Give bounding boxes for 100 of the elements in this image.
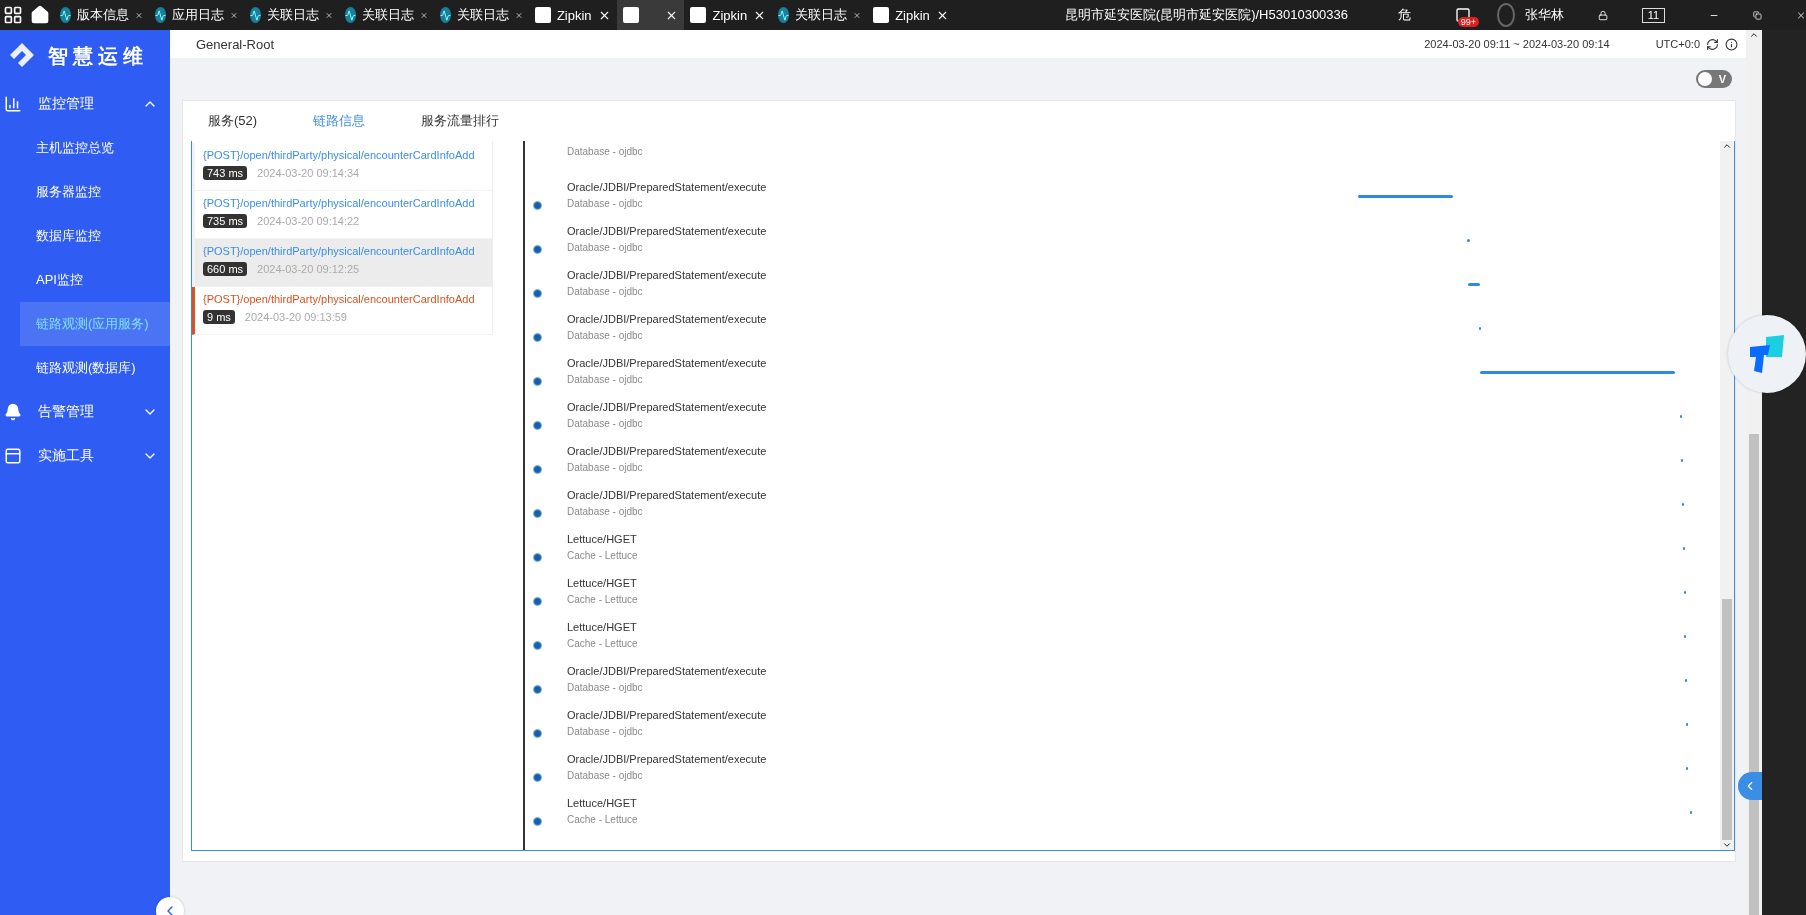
- menu-group[interactable]: 监控管理: [0, 82, 170, 126]
- span-name[interactable]: Oracle/JDBI/PreparedStatement/execute: [567, 269, 767, 281]
- browser-tab[interactable]: Zipkin: [867, 0, 955, 30]
- span-component: Cache - Lettuce: [567, 550, 639, 561]
- duration-badge: 660 ms: [203, 262, 248, 276]
- time-range[interactable]: 2024-03-20 09:11 ~ 2024-03-20 09:14: [1424, 38, 1610, 50]
- span-name[interactable]: Lettuce/HGET: [567, 533, 767, 545]
- span-component: Database - ojdbc: [567, 726, 644, 737]
- tab[interactable]: 服务流量排行: [421, 112, 500, 130]
- tab-label: 关联日志: [795, 6, 848, 24]
- scroll-up-icon[interactable]: [1722, 141, 1732, 151]
- span-node-icon: [533, 597, 542, 606]
- info-icon[interactable]: [1725, 37, 1738, 51]
- refresh-icon[interactable]: [1706, 37, 1719, 51]
- span-component: Cache - Lettuce: [567, 638, 639, 649]
- scroll-up-icon[interactable]: [1749, 30, 1759, 40]
- menu-item[interactable]: 主机监控总览: [0, 126, 170, 170]
- browser-tab[interactable]: 关联日志: [772, 0, 868, 30]
- menu-item[interactable]: API监控: [0, 258, 170, 302]
- span-name[interactable]: Oracle/JDBI/PreparedStatement/execute: [567, 313, 767, 325]
- span-name[interactable]: Oracle/JDBI/PreparedStatement/execute: [567, 357, 767, 369]
- browser-tab[interactable]: 应用日志: [148, 0, 244, 30]
- trace-item[interactable]: {POST}/open/thirdParty/physical/encounterCardInfoAdd 660 ms 2024-03-20 09:12:25: [192, 239, 492, 287]
- menu-item[interactable]: 服务器监控: [0, 170, 170, 214]
- tab[interactable]: 链路信息: [313, 112, 366, 130]
- avatar[interactable]: [1497, 3, 1515, 27]
- span-name[interactable]: Oracle/JDBI/PreparedStatement/execute: [567, 665, 767, 677]
- trace-item[interactable]: {POST}/open/thirdParty/physical/encounterCardInfoAdd 9 ms 2024-03-20 09:13:59: [192, 287, 492, 335]
- span-node-icon: [533, 641, 542, 650]
- toolbox-icon: [4, 447, 22, 465]
- grid-icon[interactable]: [3, 5, 24, 25]
- browser-tab[interactable]: 关联日志: [433, 0, 529, 30]
- menu-group[interactable]: 告警管理: [0, 390, 170, 434]
- span-node-icon: [533, 421, 542, 430]
- app-favicon-icon: [439, 7, 451, 23]
- scrollbar-thumb[interactable]: [1749, 433, 1759, 915]
- duration-badge: 735 ms: [203, 214, 248, 228]
- duration-badge: 743 ms: [203, 166, 248, 180]
- app-favicon-icon: [249, 7, 261, 23]
- scrollbar[interactable]: [1720, 141, 1734, 850]
- span-name[interactable]: Oracle/JDBI/PreparedStatement/execute: [567, 225, 767, 237]
- span-name[interactable]: Oracle/JDBI/PreparedStatement/execute: [567, 445, 767, 457]
- span-node-icon: [533, 333, 542, 342]
- span-name[interactable]: Lettuce/HGET: [567, 621, 767, 633]
- browser-tab[interactable]: 版本信息: [53, 0, 149, 30]
- scrollbar-thumb[interactable]: [1722, 598, 1732, 840]
- span-component: Cache - Lettuce: [567, 814, 639, 825]
- restore-icon[interactable]: [1753, 8, 1762, 22]
- expand-button[interactable]: [1738, 772, 1762, 800]
- app-favicon-icon: [59, 7, 71, 23]
- span-bar: [1685, 767, 1688, 770]
- browser-tab[interactable]: Zipkin: [684, 0, 773, 30]
- scroll-down-icon[interactable]: [1722, 840, 1732, 850]
- menu-item[interactable]: 数据库监控: [0, 214, 170, 258]
- window-title: 昆明市延安医院(昆明市延安医院)/H53010300336: [1064, 6, 1349, 24]
- span-bar: [1478, 327, 1481, 330]
- timezone-label: UTC+0:0: [1655, 38, 1700, 50]
- screen-count[interactable]: 11: [1641, 7, 1666, 23]
- span-node-icon: [533, 245, 542, 254]
- browser-tab[interactable]: Zipkin: [528, 0, 617, 30]
- span-name[interactable]: Oracle/JDBI/PreparedStatement/execute: [567, 489, 767, 501]
- toggle-switch[interactable]: V: [1696, 70, 1732, 88]
- span-name[interactable]: Lettuce/HGET: [567, 577, 767, 589]
- browser-tab[interactable]: [616, 0, 685, 30]
- tab-label: 关联日志: [456, 6, 509, 24]
- trace-item[interactable]: {POST}/open/thirdParty/physical/encounterCardInfoAdd 735 ms 2024-03-20 09:14:22: [192, 191, 492, 239]
- menu-item[interactable]: 链路观测(数据库): [0, 346, 170, 390]
- trace-endpoint: {POST}/open/thirdParty/physical/encounterCardInfoAdd: [203, 197, 476, 209]
- span-name[interactable]: Oracle/JDBI/PreparedStatement/execute: [567, 181, 767, 193]
- tab-label: Zipkin: [895, 7, 930, 23]
- span-name[interactable]: Oracle/JDBI/PreparedStatement/execute: [567, 709, 767, 721]
- span-node-icon: [533, 773, 542, 782]
- span-node-icon: [533, 289, 542, 298]
- tab[interactable]: 服务(52): [208, 112, 258, 130]
- trace-endpoint: {POST}/open/thirdParty/physical/encounterCardInfoAdd: [203, 293, 476, 305]
- trace-endpoint: {POST}/open/thirdParty/physical/encounterCardInfoAdd: [203, 245, 476, 257]
- trace-endpoint: {POST}/open/thirdParty/physical/encounterCardInfoAdd: [203, 149, 476, 161]
- span-bar: [1681, 503, 1684, 506]
- trace-item[interactable]: {POST}/open/thirdParty/physical/encounterCardInfoAdd 743 ms 2024-03-20 09:14:34: [192, 143, 492, 191]
- span-component: Database - ojdbc: [567, 506, 644, 517]
- tab-label: Zipkin: [712, 7, 748, 23]
- browser-tab[interactable]: 关联日志: [243, 0, 339, 30]
- span-bar: [1682, 547, 1685, 550]
- notification-count: 99+: [1457, 17, 1480, 27]
- span-component: Database - ojdbc: [567, 418, 644, 429]
- span-node-icon: [533, 509, 542, 518]
- menu-group[interactable]: 实施工具: [0, 434, 170, 478]
- span-name[interactable]: Oracle/JDBI/PreparedStatement/execute: [567, 401, 767, 413]
- span-name[interactable]: Lettuce/HGET: [567, 797, 767, 809]
- home-icon[interactable]: [30, 5, 51, 25]
- span-bar: [1679, 415, 1682, 418]
- browser-tab[interactable]: 关联日志: [338, 0, 434, 30]
- warning-label: 危: [1398, 6, 1412, 24]
- tab-label: Zipkin: [556, 7, 592, 23]
- span-component: Database - ojdbc: [567, 770, 644, 781]
- span-name[interactable]: Oracle/JDBI/PreparedStatement/execute: [567, 753, 767, 765]
- duration-badge: 9 ms: [203, 310, 235, 324]
- span-node-icon: [533, 553, 542, 562]
- span-component: Database - ojdbc: [567, 145, 644, 157]
- span-component: Database - ojdbc: [567, 330, 644, 341]
